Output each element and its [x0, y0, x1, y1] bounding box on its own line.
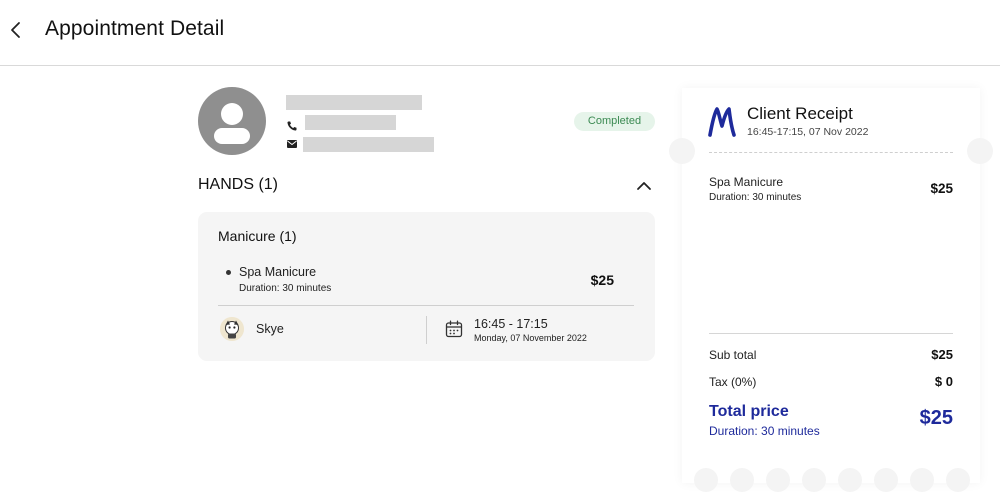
client-phone-redacted	[305, 115, 396, 130]
chevron-up-icon	[637, 182, 651, 190]
page-title: Appointment Detail	[45, 17, 225, 40]
mail-icon	[287, 140, 297, 148]
calendar-icon	[445, 320, 463, 338]
receipt-datetime: 16:45-17:15, 07 Nov 2022	[747, 126, 869, 138]
receipt-scallop	[946, 468, 970, 492]
receipt-item-price: $25	[930, 181, 953, 196]
receipt-scallop	[730, 468, 754, 492]
total-price-label: Total price	[709, 403, 789, 420]
staff-name: Skye	[256, 322, 284, 336]
user-avatar-icon	[214, 103, 250, 144]
service-category-title: Manicure (1)	[218, 228, 297, 244]
receipt-scallop	[766, 468, 790, 492]
back-button[interactable]	[6, 19, 26, 41]
receipt-item-duration: Duration: 30 minutes	[709, 192, 802, 203]
service-card: Manicure (1) Spa Manicure Duration: 30 m…	[198, 212, 655, 361]
client-name-redacted	[286, 95, 422, 110]
receipt-notch-right	[967, 138, 993, 164]
staff-avatar	[220, 317, 244, 341]
tax-value: $ 0	[934, 374, 953, 389]
brand-logo-icon	[708, 107, 736, 137]
status-badge: Completed	[574, 112, 655, 131]
receipt-scallop	[838, 468, 862, 492]
service-duration: Duration: 30 minutes	[239, 283, 332, 294]
receipt-scallop	[910, 468, 934, 492]
subtotal-value: $25	[931, 347, 953, 362]
app-header: Appointment Detail	[0, 0, 1000, 66]
total-duration: Duration: 30 minutes	[709, 424, 820, 438]
service-bullet	[226, 270, 231, 275]
total-price-value: $25	[919, 407, 953, 429]
vertical-divider	[426, 316, 427, 344]
card-divider	[218, 305, 634, 306]
service-name: Spa Manicure	[239, 265, 317, 279]
client-receipt: Client Receipt 16:45-17:15, 07 Nov 2022 …	[669, 88, 993, 492]
appointment-date: Monday, 07 November 2022	[474, 333, 587, 343]
tax-label: Tax (0%)	[709, 375, 757, 389]
receipt-title: Client Receipt	[747, 104, 853, 123]
client-email-redacted	[303, 137, 434, 152]
receipt-dashed-divider	[709, 152, 953, 153]
chevron-left-icon	[11, 22, 20, 38]
client-avatar	[198, 87, 266, 155]
receipt-notch-left	[669, 138, 695, 164]
phone-icon	[287, 121, 297, 131]
service-price: $25	[590, 272, 614, 288]
receipt-scallop	[874, 468, 898, 492]
receipt-scallop	[802, 468, 826, 492]
receipt-divider	[709, 333, 953, 334]
service-group-title: HANDS (1)	[198, 176, 279, 193]
subtotal-label: Sub total	[709, 348, 757, 362]
appointment-time-range: 16:45 - 17:15	[474, 317, 548, 331]
receipt-scallop	[694, 468, 718, 492]
collapse-group-button[interactable]	[634, 178, 654, 194]
staff-avatar-image	[220, 317, 244, 341]
receipt-item-name: Spa Manicure	[709, 175, 784, 189]
